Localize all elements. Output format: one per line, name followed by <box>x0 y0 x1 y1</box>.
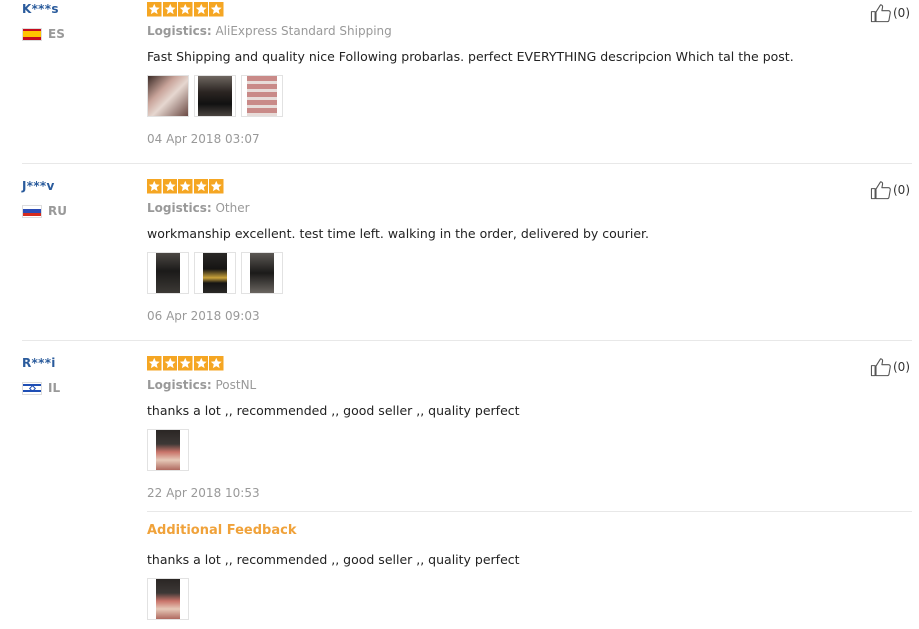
additional-feedback-photos <box>147 578 189 620</box>
star-icon <box>193 2 208 17</box>
logistics-label: Logistics: <box>147 378 212 392</box>
star-icon <box>162 356 177 371</box>
logistics-label: Logistics: <box>147 201 212 215</box>
reviewer-country: RU <box>22 204 67 218</box>
country-code: ES <box>48 27 65 41</box>
star-icon <box>147 356 162 371</box>
like-count: (0) <box>893 183 910 197</box>
review-text: thanks a lot ,, recommended ,, good sell… <box>147 403 520 418</box>
star-rating <box>147 356 224 372</box>
like-button[interactable]: (0) <box>870 3 910 23</box>
review-photo[interactable] <box>147 252 189 294</box>
thumbs-up-icon <box>870 181 891 200</box>
like-button[interactable]: (0) <box>870 180 910 200</box>
star-icon <box>193 356 208 371</box>
review-photos <box>147 429 189 471</box>
review-date: 22 Apr 2018 10:53 <box>147 486 260 500</box>
review-date: 06 Apr 2018 09:03 <box>147 309 260 323</box>
divider <box>22 163 912 164</box>
review-text: Fast Shipping and quality nice Following… <box>147 49 794 64</box>
review-photos <box>147 252 283 294</box>
review-photo[interactable] <box>147 75 189 117</box>
like-button[interactable]: (0) <box>870 357 910 377</box>
country-code: RU <box>48 204 67 218</box>
like-count: (0) <box>893 6 910 20</box>
logistics-info: Logistics: AliExpress Standard Shipping <box>147 24 392 38</box>
logistics-info: Logistics: Other <box>147 201 250 215</box>
additional-feedback-text: thanks a lot ,, recommended ,, good sell… <box>147 552 520 567</box>
star-rating <box>147 179 224 195</box>
thumbs-up-icon <box>870 4 891 23</box>
review-photo[interactable] <box>241 75 283 117</box>
reviewer-name[interactable]: J***v <box>22 179 55 193</box>
logistics-value: Other <box>215 201 250 215</box>
review-photo[interactable] <box>194 252 236 294</box>
israel-flag-icon <box>22 381 42 395</box>
reviewer-name[interactable]: K***s <box>22 2 59 16</box>
reviewer-country: IL <box>22 381 60 395</box>
review-photos <box>147 75 283 117</box>
review-photo[interactable] <box>147 578 189 620</box>
review-date: 04 Apr 2018 03:07 <box>147 132 260 146</box>
star-icon <box>162 2 177 17</box>
divider <box>147 511 912 512</box>
star-icon <box>193 179 208 194</box>
review-text: workmanship excellent. test time left. w… <box>147 226 649 241</box>
reviewer-name[interactable]: R***i <box>22 356 56 370</box>
divider <box>22 340 912 341</box>
star-icon <box>147 2 162 17</box>
spain-flag-icon <box>22 27 42 41</box>
additional-feedback-title: Additional Feedback <box>147 523 297 538</box>
star-icon <box>178 2 193 17</box>
like-count: (0) <box>893 360 910 374</box>
star-rating <box>147 2 224 18</box>
review-photo[interactable] <box>194 75 236 117</box>
logistics-info: Logistics: PostNL <box>147 378 256 392</box>
reviewer-country: ES <box>22 27 65 41</box>
logistics-value: AliExpress Standard Shipping <box>215 24 392 38</box>
star-icon <box>209 179 224 194</box>
logistics-label: Logistics: <box>147 24 212 38</box>
country-code: IL <box>48 381 61 395</box>
review-photo[interactable] <box>241 252 283 294</box>
logistics-value: PostNL <box>215 378 257 392</box>
review-photo[interactable] <box>147 429 189 471</box>
star-icon <box>178 356 193 371</box>
star-icon <box>209 356 224 371</box>
russia-flag-icon <box>22 204 42 218</box>
star-icon <box>162 179 177 194</box>
star-icon <box>209 2 224 17</box>
star-icon <box>147 179 162 194</box>
star-icon <box>178 179 193 194</box>
thumbs-up-icon <box>870 358 891 377</box>
